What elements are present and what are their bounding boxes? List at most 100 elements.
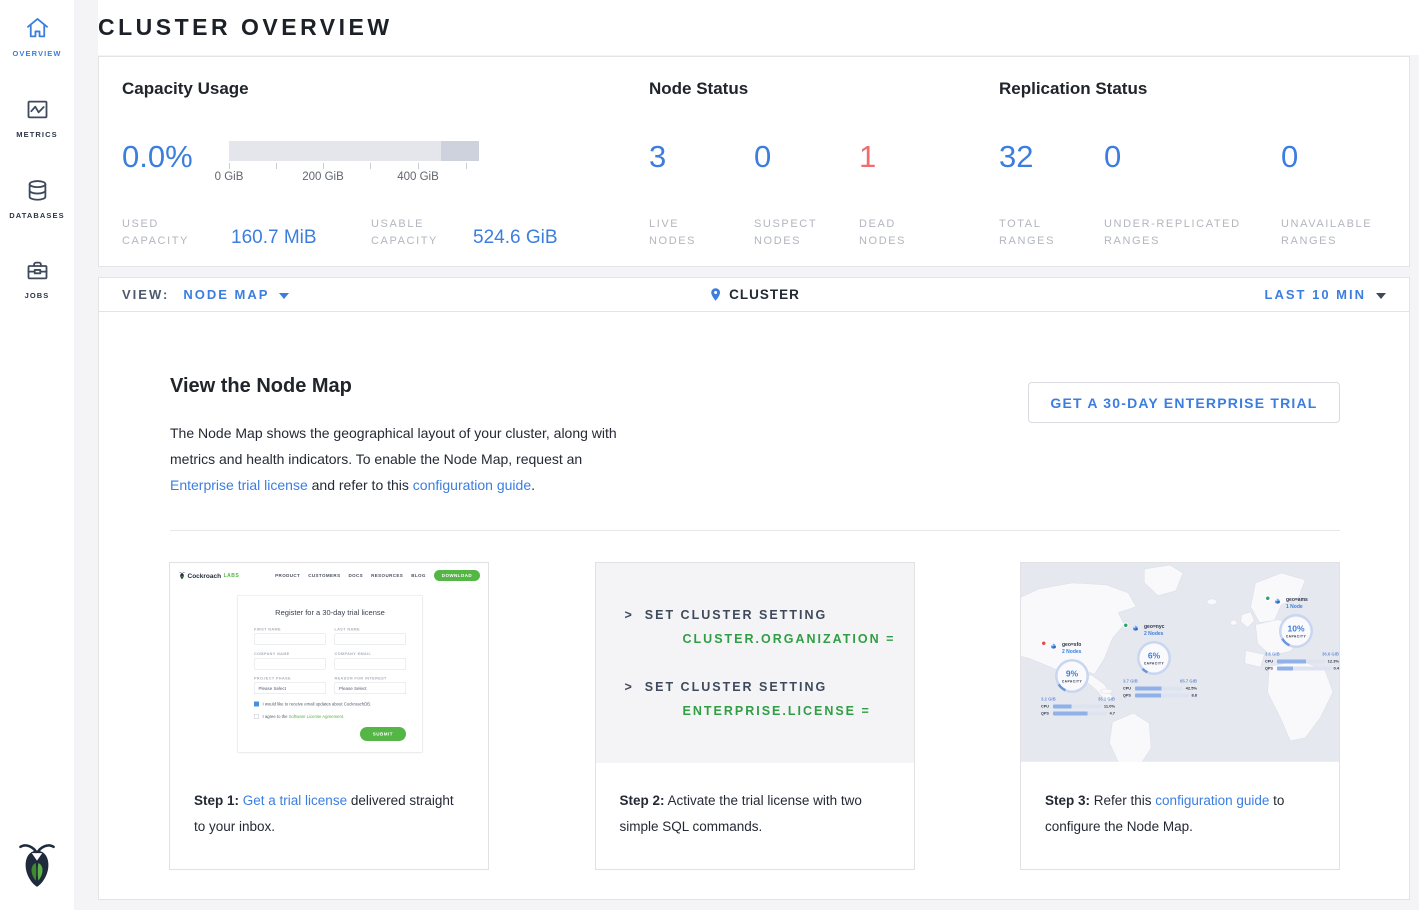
locality-ams: geo=ams 1 Node 10% CAPACITY 3.6 GiB3 <box>1265 597 1339 671</box>
node-status-title: Node Status <box>649 79 969 99</box>
enterprise-trial-button[interactable]: GET A 30-DAY ENTERPRISE TRIAL <box>1028 382 1340 423</box>
step2-card: > SET CLUSTER SETTING CLUSTER.ORGANIZATI… <box>595 562 915 870</box>
page-title: CLUSTER OVERVIEW <box>98 14 393 41</box>
step1-image: Cockroach LABS PRODUCT CUSTOMERS DOCS RE… <box>170 563 488 763</box>
mini-site-brand: Cockroach LABS <box>179 572 239 580</box>
capacity-total: 36.6 GiB <box>1322 652 1339 657</box>
qps-bar <box>1135 693 1189 697</box>
replication-status-title: Replication Status <box>999 79 1399 99</box>
capacity-gauge: 0 GiB 200 GiB 400 GiB <box>229 141 479 187</box>
locality-node-count: 1 Node <box>1286 604 1308 610</box>
capacity-gauge-bar <box>229 141 479 161</box>
tick-label: 0 GiB <box>215 171 244 183</box>
nodes-cube-icon <box>1132 624 1142 633</box>
locality-name: geo=nyc <box>1144 624 1164 630</box>
cpu-bar <box>1053 704 1101 708</box>
view-selector-dropdown[interactable]: VIEW: NODE MAP <box>122 287 289 302</box>
capacity-usage-group: Capacity Usage 0.0% 0 GiB 200 GiB 400 Gi… <box>122 79 622 249</box>
locality-name: geo=ams <box>1286 597 1308 603</box>
under-replicated-ranges-label: UNDER-REPLICATED RANGES <box>1104 216 1264 250</box>
mini-field-label: COMPANY EMAIL <box>335 652 407 657</box>
cockroach-logo-icon <box>18 839 56 894</box>
capacity-total: 35.1 GiB <box>1098 697 1115 702</box>
mini-text-input <box>254 634 326 646</box>
view-label: VIEW: <box>122 287 169 302</box>
step-label: Step 3: <box>1045 793 1090 808</box>
locality-name: geo=sfo <box>1062 642 1081 648</box>
capacity-percent: 9% <box>1066 669 1078 679</box>
enterprise-trial-license-link[interactable]: Enterprise trial license <box>170 477 308 493</box>
nodes-cube-icon <box>1050 642 1060 651</box>
locality-node-count: 2 Nodes <box>1062 649 1081 655</box>
total-ranges-label: TOTAL RANGES <box>999 216 1069 250</box>
capacity-label: CAPACITY <box>1286 635 1306 639</box>
mini-field-label: COMPANY NAME <box>254 652 326 657</box>
scope-label: CLUSTER <box>729 287 800 302</box>
sidebar-item-databases[interactable]: DATABASES <box>0 177 74 220</box>
mini-text-input <box>254 658 326 670</box>
node-status-group: Node Status 3 LIVE NODES 0 SUSPECT NODES… <box>649 79 969 249</box>
metrics-icon <box>24 96 51 123</box>
cpu-bar <box>1135 686 1183 690</box>
home-icon <box>24 15 51 42</box>
mini-form-title: Register for a 30-day trial license <box>254 609 406 618</box>
capacity-gauge-nonusable-segment <box>441 141 479 161</box>
step-label: Step 2: <box>620 793 665 808</box>
step3-caption: Step 3: Refer this configuration guide t… <box>1021 763 1339 840</box>
step1-card: Cockroach LABS PRODUCT CUSTOMERS DOCS RE… <box>169 562 489 870</box>
chevron-down-icon <box>279 293 289 299</box>
sql-command-line: > SET CLUSTER SETTING <box>625 608 914 622</box>
mini-nav-item: CUSTOMERS <box>308 573 340 578</box>
mini-field-label: FIRST NAME <box>254 627 326 632</box>
node-map-description: The Node Map shows the geographical layo… <box>170 420 628 498</box>
qps-bar <box>1277 666 1331 670</box>
node-map-preview-image: geo=sfo 2 Nodes 9% CAPACITY 3.2 GiB3 <box>1021 563 1339 763</box>
sidebar-item-jobs[interactable]: JOBS <box>0 257 74 300</box>
status-dot-live <box>1123 623 1129 629</box>
scope-breadcrumb: CLUSTER <box>708 278 800 311</box>
step-label: Step 1: <box>194 793 239 808</box>
total-ranges-value: 32 <box>999 139 1033 175</box>
under-replicated-ranges-value: 0 <box>1104 139 1121 175</box>
mini-checkbox-label: I would like to receive email updates ab… <box>263 702 372 707</box>
qps-value: 4.7 <box>1109 711 1115 716</box>
view-selected-value: NODE MAP <box>183 287 269 302</box>
sidebar-item-label: JOBS <box>25 291 50 300</box>
caption-text: Refer this <box>1090 793 1155 808</box>
suspect-nodes-value: 0 <box>754 139 771 175</box>
capacity-used: 3.2 GiB <box>1041 697 1056 702</box>
sidebar-item-label: DATABASES <box>9 211 64 220</box>
mini-download-button: DOWNLOAD <box>434 570 480 581</box>
description-text: . <box>531 477 535 493</box>
sidebar-item-metrics[interactable]: METRICS <box>0 96 74 139</box>
capacity-total: 65.7 GiB <box>1180 679 1197 684</box>
sidebar-item-label: METRICS <box>16 130 57 139</box>
step2-caption: Step 2: Activate the trial license with … <box>596 763 914 840</box>
configuration-guide-link[interactable]: configuration guide <box>1155 793 1269 808</box>
map-pin-icon <box>708 287 723 302</box>
database-icon <box>24 177 51 204</box>
live-nodes-value: 3 <box>649 139 666 175</box>
tick-label: 400 GiB <box>397 171 439 183</box>
mini-field-label: REASON FOR INTEREST <box>335 676 407 681</box>
replication-status-group: Replication Status 32 TOTAL RANGES 0 UND… <box>999 79 1399 249</box>
capacity-label: CAPACITY <box>1144 662 1164 666</box>
time-range-dropdown[interactable]: LAST 10 MIN <box>1265 287 1386 302</box>
unavailable-ranges-value: 0 <box>1281 139 1298 175</box>
sidebar-item-overview[interactable]: OVERVIEW <box>0 15 74 58</box>
sql-argument: ENTERPRISE.LICENSE = <box>683 704 914 718</box>
get-trial-license-link[interactable]: Get a trial license <box>243 793 347 808</box>
mini-text-input <box>335 658 407 670</box>
mini-site-nav: Cockroach LABS PRODUCT CUSTOMERS DOCS RE… <box>170 563 488 581</box>
capacity-donut: 6% CAPACITY <box>1137 641 1171 675</box>
brand-suffix: LABS <box>224 573 240 579</box>
qps-bar <box>1053 711 1107 715</box>
step1-caption: Step 1: Get a trial license delivered st… <box>170 763 488 840</box>
locality-sfo: geo=sfo 2 Nodes 9% CAPACITY 3.2 GiB3 <box>1041 642 1115 716</box>
mini-nav-item: BLOG <box>411 573 426 578</box>
sidebar: OVERVIEW METRICS DATABASES JOBS <box>0 0 74 910</box>
mini-field-label: LAST NAME <box>335 627 407 632</box>
step3-card: geo=sfo 2 Nodes 9% CAPACITY 3.2 GiB3 <box>1020 562 1340 870</box>
configuration-guide-link[interactable]: configuration guide <box>413 477 531 493</box>
usable-capacity-value: 524.6 GiB <box>473 227 558 249</box>
